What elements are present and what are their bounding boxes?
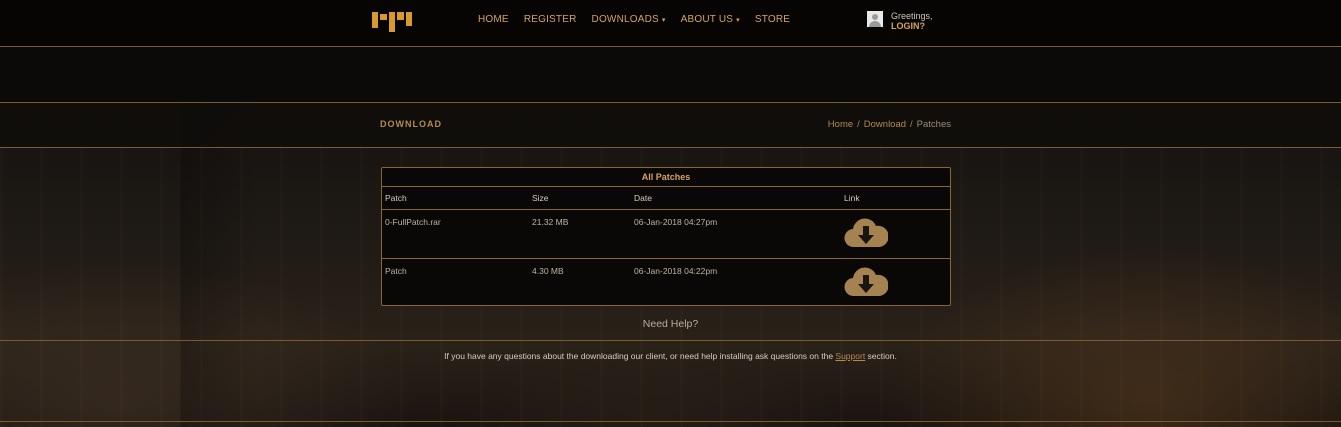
breadcrumb-home[interactable]: Home: [828, 119, 853, 130]
nav-about-us[interactable]: ABOUT US ▾: [681, 14, 740, 25]
breadcrumb: Home / Download / Patches: [828, 119, 951, 130]
greeting-text: Greetings,: [891, 11, 933, 21]
nav-register-label: REGISTER: [523, 14, 577, 25]
col-header-patch: Patch: [385, 193, 407, 203]
nav-downloads-label: DOWNLOADS: [591, 14, 659, 25]
col-header-link: Link: [844, 193, 860, 203]
top-navbar: HOME REGISTER DOWNLOADS ▾ ABOUT US ▾ STORE…: [0, 0, 1341, 47]
divider: [0, 421, 1341, 422]
patch-name: Patch: [385, 266, 407, 276]
support-link[interactable]: Support: [835, 351, 865, 361]
breadcrumb-download[interactable]: Download: [864, 119, 906, 130]
page-header-band: DOWNLOAD Home / Download / Patches: [0, 102, 1341, 148]
breadcrumb-separator: /: [857, 119, 860, 130]
table-row: Patch 4.30 MB 06-Jan-2018 04:22pm: [382, 259, 950, 307]
nav-home-label: HOME: [478, 14, 509, 25]
nav-register[interactable]: REGISTER: [524, 14, 577, 25]
user-menu[interactable]: Greetings, LOGIN?: [867, 11, 933, 31]
nav-downloads[interactable]: DOWNLOADS ▾: [592, 14, 666, 25]
cloud-download-icon[interactable]: [844, 216, 888, 250]
nav-store-label: STORE: [754, 14, 791, 25]
breadcrumb-current: Patches: [916, 119, 951, 130]
help-text: If you have any questions about the down…: [0, 351, 1341, 361]
patches-table: All Patches Patch Size Date Link 0-FullP…: [381, 167, 951, 306]
nav-home[interactable]: HOME: [478, 14, 509, 25]
col-header-date: Date: [634, 193, 652, 203]
patch-size: 4.30 MB: [532, 266, 564, 276]
table-header: Patch Size Date Link: [382, 187, 950, 210]
user-avatar-icon: [867, 11, 883, 27]
nav-about-label: ABOUT US: [680, 14, 734, 25]
patch-size: 21.32 MB: [532, 217, 569, 227]
patch-date: 06-Jan-2018 04:27pm: [634, 217, 718, 227]
help-text-before: If you have any questions about the down…: [444, 351, 836, 361]
main-nav: HOME REGISTER DOWNLOADS ▾ ABOUT US ▾ STORE: [478, 14, 790, 25]
table-row: 0-FullPatch.rar 21.32 MB 06-Jan-2018 04:…: [382, 210, 950, 259]
site-logo[interactable]: [372, 12, 412, 34]
nav-store[interactable]: STORE: [755, 14, 790, 25]
login-link[interactable]: LOGIN?: [891, 21, 933, 31]
cloud-download-icon[interactable]: [844, 265, 888, 299]
col-header-size: Size: [532, 193, 549, 203]
divider: [0, 340, 1341, 341]
help-text-after: section.: [865, 351, 897, 361]
help-title: Need Help?: [642, 318, 699, 330]
patch-date: 06-Jan-2018 04:22pm: [634, 266, 718, 276]
chevron-down-icon: ▾: [661, 16, 666, 24]
chevron-down-icon: ▾: [736, 16, 740, 24]
breadcrumb-separator: /: [910, 119, 913, 130]
page-title: DOWNLOAD: [380, 119, 442, 129]
patch-name: 0-FullPatch.rar: [385, 217, 441, 227]
table-title: All Patches: [382, 168, 950, 187]
